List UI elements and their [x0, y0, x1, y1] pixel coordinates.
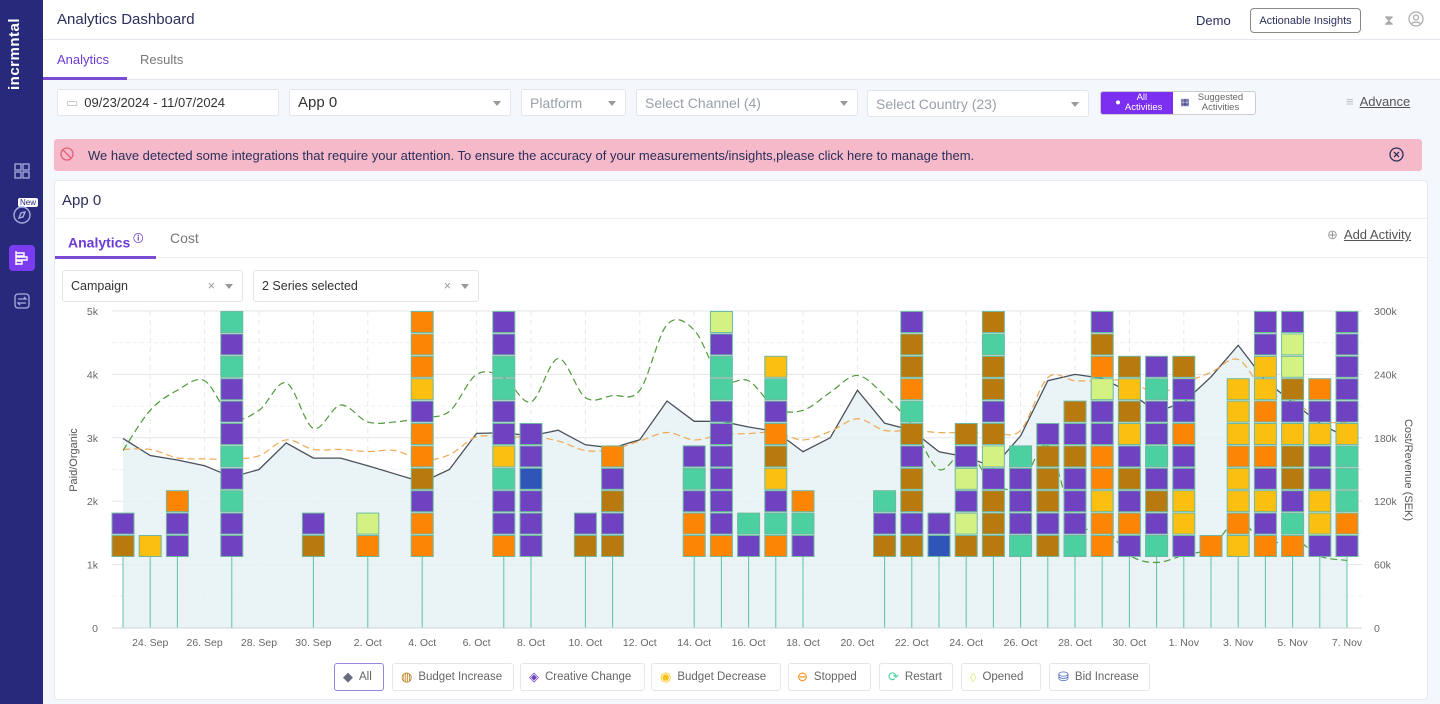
close-icon[interactable] — [1389, 147, 1404, 167]
legend-filter-bid-increase[interactable]: ⛁ Bid Increase — [1049, 663, 1150, 691]
legend-label: Stopped — [813, 671, 857, 683]
legend-label: Creative Change — [545, 671, 632, 683]
main-tabs: Analytics Results — [43, 40, 1440, 80]
activities-toggle: ● All Activities ▦ Suggested Activities — [1100, 91, 1256, 115]
warning-circle-icon — [60, 147, 74, 166]
alert-message[interactable]: We have detected some integrations that … — [88, 148, 974, 163]
legend-filter-stopped[interactable]: ⊖ Stopped — [788, 663, 871, 691]
legend-label: All — [359, 671, 372, 683]
tab-results[interactable]: Results — [140, 52, 183, 67]
clear-icon[interactable]: × — [208, 279, 215, 293]
tab-label: Analytics — [68, 234, 131, 251]
chevron-down-icon — [493, 101, 501, 106]
moneybag-icon: ◍ — [401, 669, 413, 684]
legend-label: Budget Decrease — [677, 671, 767, 683]
platform-select[interactable]: Platform — [521, 89, 626, 116]
restart-icon: ⟳ — [888, 669, 899, 684]
date-range-picker[interactable]: ▭ 09/23/2024 - 11/07/2024 — [57, 89, 279, 116]
dashboard-grid-icon[interactable] — [9, 158, 35, 184]
all-activities-button[interactable]: ● All Activities — [1101, 92, 1173, 114]
filter-icon: ≡ — [1346, 94, 1354, 109]
active-tab-indicator — [55, 256, 156, 259]
legend-filter-opened[interactable]: ◊ Opened — [961, 663, 1041, 691]
legend-filter-all[interactable]: ◆ All — [334, 663, 384, 691]
legend-filter-creative-change[interactable]: ◈ Creative Change — [520, 663, 645, 691]
top-header: Analytics Dashboard Demo Actionable Insi… — [43, 0, 1440, 40]
legend-label: Bid Increase — [1074, 671, 1139, 683]
tab-cost[interactable]: Cost — [170, 230, 199, 246]
platform-placeholder: Platform — [530, 94, 583, 111]
info-icon[interactable]: ⓘ — [133, 234, 143, 245]
chevron-down-icon — [1071, 102, 1079, 107]
app-select-value: App 0 — [298, 94, 338, 111]
analytics-bars-icon[interactable] — [9, 245, 35, 271]
chevron-down-icon — [840, 101, 848, 106]
advance-label: Advance — [1359, 94, 1411, 109]
legend-filter-restart[interactable]: ⟳ Restart — [879, 663, 953, 691]
user-icon[interactable] — [1408, 11, 1424, 32]
legend-filter-budget-decrease[interactable]: ◉ Budget Decrease — [651, 663, 781, 691]
legend-label: Opened — [982, 671, 1024, 683]
integration-alert-banner[interactable]: We have detected some integrations that … — [54, 139, 1422, 171]
tab-card-analytics[interactable]: Analytics ⓘ — [68, 230, 143, 251]
suggested-activities-button[interactable]: ▦ Suggested Activities — [1173, 92, 1255, 114]
add-activity-label: Add Activity — [1343, 227, 1412, 242]
page-title: Analytics Dashboard — [57, 11, 195, 28]
creative-diamond-icon: ◈ — [529, 669, 539, 684]
grid-icon: ▦ — [1180, 97, 1190, 108]
app-select[interactable]: App 0 — [289, 89, 511, 116]
workspace-name[interactable]: Demo — [1196, 13, 1231, 28]
bolt-icon: ● — [1115, 97, 1121, 108]
diamond-icon: ◆ — [343, 669, 353, 684]
chevron-down-icon — [608, 101, 616, 106]
clear-icon[interactable]: × — [444, 279, 451, 293]
group-by-value: Campaign — [71, 279, 128, 293]
card-tabs: Analytics ⓘ Cost ⊕ Add Activity — [55, 218, 1427, 259]
sidebar: incrmntal New — [0, 0, 43, 704]
series-select-value: 2 Series selected — [262, 279, 358, 293]
card-title: App 0 — [62, 192, 102, 209]
country-placeholder: Select Country (23) — [876, 95, 997, 112]
group-by-select[interactable]: Campaign × — [62, 270, 243, 302]
bid-icon: ⛁ — [1058, 669, 1069, 684]
date-range-value: 09/23/2024 - 11/07/2024 — [84, 95, 226, 110]
app-card: App 0 Analytics ⓘ Cost ⊕ Add Activity Camp… — [54, 180, 1428, 700]
tab-analytics[interactable]: Analytics — [57, 52, 109, 67]
legend-label: Restart — [904, 671, 942, 683]
legend-filter-budget-increase[interactable]: ◍ Budget Increase — [392, 663, 514, 691]
actionable-insights-button[interactable]: Actionable Insights — [1250, 8, 1361, 33]
country-select[interactable]: Select Country (23) — [867, 90, 1089, 117]
add-activity-button[interactable]: ⊕ Add Activity — [1327, 227, 1411, 243]
swap-icon[interactable] — [9, 288, 35, 314]
stop-icon: ⊖ — [797, 669, 808, 684]
open-icon: ◊ — [970, 669, 977, 685]
legend-label: Budget Increase — [418, 671, 503, 683]
channel-placeholder: Select Channel (4) — [645, 94, 761, 111]
all-activities-label: All Activities — [1124, 92, 1163, 113]
logo: incrmntal — [6, 18, 23, 91]
series-select[interactable]: 2 Series selected × — [253, 270, 479, 302]
compass-icon[interactable] — [9, 202, 35, 228]
chevron-down-icon — [225, 284, 233, 289]
advance-filter-link[interactable]: ≡ Advance — [1346, 94, 1410, 109]
chevron-down-icon — [461, 284, 469, 289]
suggested-activities-label: Suggested Activities — [1197, 92, 1244, 113]
calendar-icon: ▭ — [66, 94, 79, 110]
coins-icon: ◉ — [660, 669, 672, 684]
active-tab-indicator — [43, 77, 127, 80]
channel-select[interactable]: Select Channel (4) — [636, 89, 858, 116]
hourglass-icon[interactable]: ⧗ — [1384, 12, 1394, 29]
plus-circle-icon: ⊕ — [1327, 227, 1338, 242]
